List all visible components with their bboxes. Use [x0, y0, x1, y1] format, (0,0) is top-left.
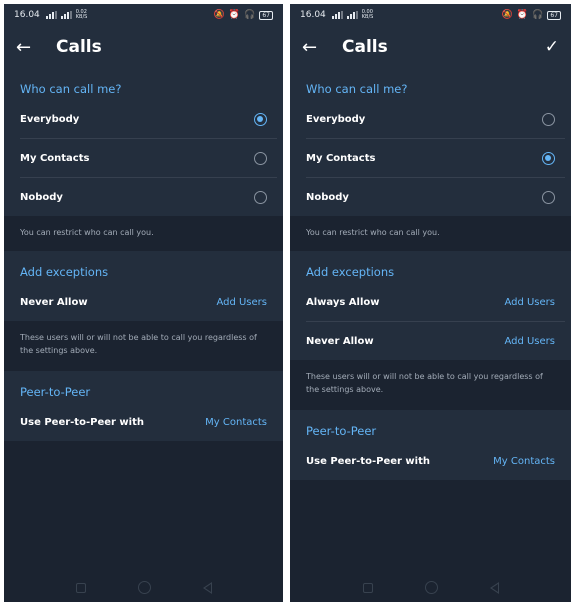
status-bar: 16.04 0.02 KB/S 🔕 ⏰ 🎧 67 [4, 4, 283, 26]
never-allow-row[interactable]: Never Allow Add Users [290, 322, 571, 360]
add-users-button[interactable]: Add Users [504, 297, 555, 308]
section-header: Peer-to-Peer [20, 385, 91, 399]
option-label: My Contacts [20, 152, 90, 164]
signal-icon [45, 11, 57, 19]
radio-selected-icon[interactable] [254, 112, 267, 126]
row-label: Never Allow [20, 296, 88, 308]
radio-unselected-icon[interactable] [542, 112, 555, 126]
option-label: My Contacts [306, 152, 376, 164]
row-label: Use Peer-to-Peer with [20, 416, 144, 428]
status-time: 16.04 [14, 10, 40, 20]
back-arrow-icon[interactable]: ← [16, 37, 46, 58]
option-label: Nobody [306, 191, 349, 203]
peer-to-peer-value[interactable]: My Contacts [205, 417, 267, 428]
who-can-call-section: Who can call me? Everybody My Contacts N… [290, 68, 571, 216]
option-nobody[interactable]: Nobody [4, 178, 283, 216]
alarm-icon: ⏰ [228, 10, 241, 20]
peer-to-peer-section: Peer-to-Peer Use Peer-to-Peer with My Co… [290, 410, 571, 480]
app-bar: ← Calls [4, 26, 283, 68]
hint-text: You can restrict who can call you. [290, 216, 571, 251]
option-label: Everybody [20, 113, 80, 125]
section-header: Who can call me? [306, 82, 408, 96]
status-bar: 16.04 0.00 KB/S 🔕 ⏰ 🎧 67 [290, 4, 571, 26]
phone-screen-right: 16.04 0.00 KB/S 🔕 ⏰ 🎧 67 ← Calls ✓ Who c… [290, 4, 571, 602]
back-nav-icon[interactable] [202, 581, 212, 594]
add-users-button[interactable]: Add Users [216, 297, 267, 308]
add-users-button[interactable]: Add Users [504, 336, 555, 347]
peer-to-peer-row[interactable]: Use Peer-to-Peer with My Contacts [4, 403, 283, 441]
row-label: Never Allow [306, 335, 374, 347]
radio-unselected-icon[interactable] [254, 151, 267, 165]
row-label: Use Peer-to-Peer with [306, 455, 430, 467]
hint-text: You can restrict who can call you. [4, 216, 283, 251]
radio-unselected-icon[interactable] [254, 190, 267, 204]
option-my-contacts[interactable]: My Contacts [4, 139, 283, 177]
signal-icon [331, 11, 343, 19]
peer-to-peer-row[interactable]: Use Peer-to-Peer with My Contacts [290, 442, 571, 480]
signal-icon [60, 11, 72, 19]
battery-icon: 67 [547, 10, 561, 20]
option-nobody[interactable]: Nobody [290, 178, 571, 216]
headphones-icon: 🎧 [532, 10, 544, 20]
option-everybody[interactable]: Everybody [290, 100, 571, 138]
row-label: Always Allow [306, 296, 380, 308]
page-title: Calls [342, 37, 388, 57]
checkmark-icon[interactable]: ✓ [545, 37, 559, 57]
peer-to-peer-section: Peer-to-Peer Use Peer-to-Peer with My Co… [4, 371, 283, 441]
exceptions-section: Add exceptions Never Allow Add Users [4, 251, 283, 321]
back-nav-icon[interactable] [489, 581, 499, 594]
phone-screen-left: 16.04 0.02 KB/S 🔕 ⏰ 🎧 67 ← Calls Who can… [4, 4, 283, 602]
mute-icon: 🔕 [501, 10, 513, 20]
home-icon[interactable] [424, 581, 438, 594]
never-allow-row[interactable]: Never Allow Add Users [4, 283, 283, 321]
status-time: 16.04 [300, 10, 326, 20]
headphones-icon: 🎧 [244, 10, 256, 20]
network-speed: 0.02 KB/S [75, 9, 88, 20]
recents-icon[interactable] [362, 582, 373, 593]
section-header: Add exceptions [20, 265, 109, 279]
back-arrow-icon[interactable]: ← [302, 37, 332, 58]
option-everybody[interactable]: Everybody [4, 100, 283, 138]
exceptions-section: Add exceptions Always Allow Add Users Ne… [290, 251, 571, 360]
section-header: Who can call me? [20, 82, 122, 96]
option-my-contacts[interactable]: My Contacts [290, 139, 571, 177]
mute-icon: 🔕 [213, 10, 225, 20]
option-label: Nobody [20, 191, 63, 203]
peer-to-peer-value[interactable]: My Contacts [493, 456, 555, 467]
radio-unselected-icon[interactable] [542, 190, 555, 204]
alarm-icon: ⏰ [516, 10, 529, 20]
navigation-bar [290, 581, 571, 594]
navigation-bar [4, 581, 283, 594]
option-label: Everybody [306, 113, 366, 125]
signal-icon [346, 11, 358, 19]
who-can-call-section: Who can call me? Everybody My Contacts N… [4, 68, 283, 216]
radio-selected-icon[interactable] [542, 151, 555, 165]
app-bar: ← Calls ✓ [290, 26, 571, 68]
network-speed: 0.00 KB/S [361, 9, 374, 20]
battery-icon: 67 [259, 10, 273, 20]
section-header: Add exceptions [306, 265, 395, 279]
always-allow-row[interactable]: Always Allow Add Users [290, 283, 571, 321]
recents-icon[interactable] [75, 582, 86, 593]
home-icon[interactable] [137, 581, 151, 594]
hint-text: These users will or will not be able to … [4, 321, 283, 371]
section-header: Peer-to-Peer [306, 424, 377, 438]
hint-text: These users will or will not be able to … [290, 360, 571, 410]
page-title: Calls [56, 37, 102, 57]
